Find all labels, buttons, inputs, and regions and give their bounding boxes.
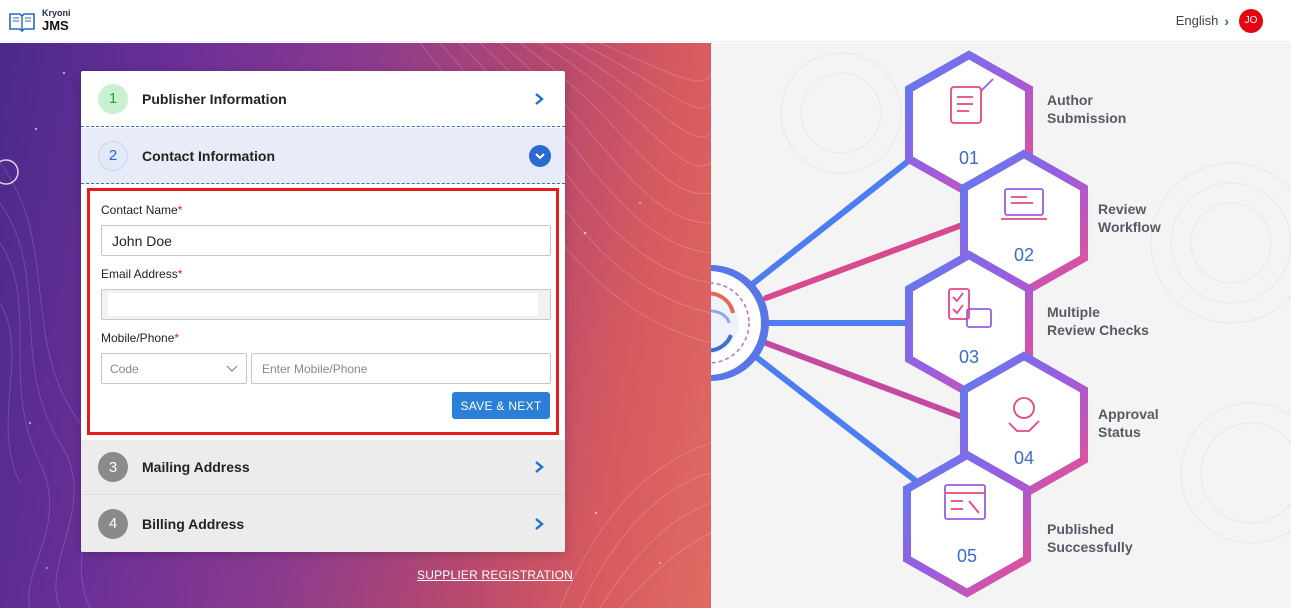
top-bar: Kryoni JMS English › JO — [0, 0, 1291, 42]
workflow-label-3: Multiple Review Checks — [1047, 304, 1149, 338]
contact-name-label: Contact Name* — [101, 203, 183, 217]
workflow-graphic — [711, 50, 1291, 598]
chevron-down-icon — [529, 144, 551, 167]
brand-logo[interactable]: Kryoni JMS — [8, 9, 71, 32]
country-code-select[interactable]: Code — [101, 353, 247, 384]
email-label: Email Address* — [101, 267, 183, 281]
email-input-value — [108, 293, 538, 316]
chevron-right-icon — [527, 87, 551, 111]
chevron-right-icon — [527, 512, 551, 536]
step-number-badge: 1 — [98, 83, 128, 114]
brand-subtitle: Kryoni — [42, 8, 71, 18]
step-label: Billing Address — [142, 515, 245, 532]
chevron-down-icon — [226, 365, 238, 372]
language-label: English — [1175, 13, 1219, 28]
workflow-label-1: Author Submission — [1047, 92, 1127, 126]
step-billing-address[interactable]: 4 Billing Address — [81, 495, 565, 552]
step-number-4: 04 — [1013, 448, 1035, 468]
phone-placeholder: Enter Mobile/Phone — [262, 361, 368, 376]
contact-name-input[interactable] — [101, 225, 551, 256]
workflow-illustration: 01 02 03 04 05 Author Submission Review Wo… — [711, 43, 1291, 608]
email-input[interactable] — [101, 289, 551, 320]
step-label: Contact Information — [142, 147, 275, 164]
step-number-1: 01 — [958, 148, 980, 168]
save-next-button[interactable]: SAVE & NEXT — [452, 392, 550, 419]
language-selector[interactable]: English › — [1176, 13, 1229, 29]
workflow-label-4: Approval Status — [1098, 406, 1159, 440]
step-publisher-information[interactable]: 1 Publisher Information — [81, 71, 565, 127]
phone-label: Mobile/Phone* — [101, 331, 180, 345]
step-number-badge: 2 — [98, 140, 128, 171]
step-number-badge: 3 — [98, 452, 128, 482]
chevron-right-icon — [527, 455, 551, 479]
chevron-right-icon: › — [1224, 12, 1229, 29]
phone-input[interactable]: Enter Mobile/Phone — [251, 353, 551, 384]
brand-title: JMS — [42, 18, 69, 33]
registration-card: 1 Publisher Information 2 Contact Inform… — [81, 71, 565, 552]
step-number-3: 03 — [958, 347, 980, 367]
supplier-registration-link[interactable]: SUPPLIER REGISTRATION — [417, 568, 573, 582]
step-label: Publisher Information — [142, 90, 287, 107]
book-logo-icon — [9, 12, 35, 32]
code-placeholder: Code — [110, 361, 139, 376]
user-avatar[interactable]: JO — [1239, 8, 1263, 33]
step-number-2: 02 — [1013, 245, 1035, 265]
step-contact-information[interactable]: 2 Contact Information — [81, 128, 565, 184]
workflow-label-2: Review Workflow — [1098, 201, 1161, 235]
contact-form-panel: Contact Name* Email Address* Mobile/Phon… — [87, 188, 559, 435]
step-number-5: 05 — [956, 546, 978, 566]
step-label: Mailing Address — [142, 459, 250, 475]
workflow-label-5: Published Successfully — [1047, 521, 1133, 555]
step-mailing-address[interactable]: 3 Mailing Address — [81, 440, 565, 495]
step-number-badge: 4 — [98, 508, 128, 539]
